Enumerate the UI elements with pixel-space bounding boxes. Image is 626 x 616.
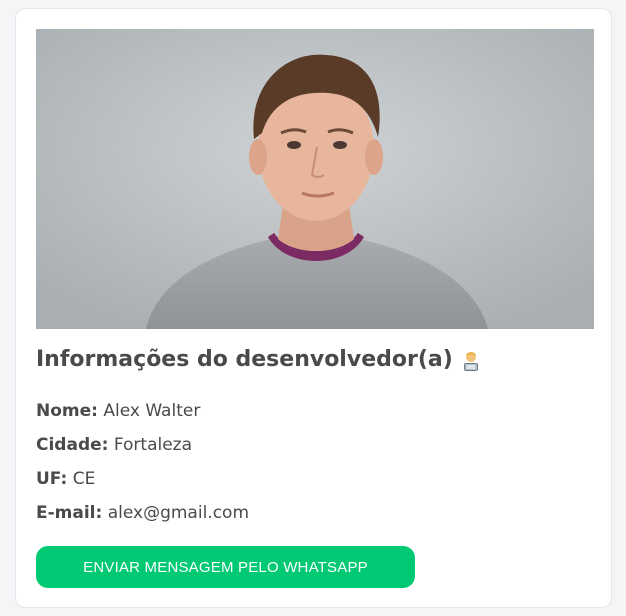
field-value[interactable]: alex@gmail.com: [108, 503, 249, 523]
technologist-icon: [463, 351, 478, 371]
section-title: Informações do desenvolvedor(a): [36, 347, 481, 372]
field-value: CE: [72, 469, 96, 489]
field-label: Cidade:: [36, 435, 109, 455]
field-cidade: Cidade: Fortaleza: [36, 435, 192, 455]
field-label: UF:: [36, 469, 68, 489]
send-whatsapp-button[interactable]: ENVIAR MENSAGEM PELO WHATSAPP: [36, 546, 415, 588]
section-title-text: Informações do desenvolvedor(a): [36, 347, 453, 372]
field-uf: UF: CE: [36, 469, 95, 489]
field-value: Fortaleza: [113, 435, 193, 455]
field-email: E-mail: alex@gmail.com: [36, 503, 249, 523]
field-label: Nome:: [36, 401, 98, 421]
field-nome: Nome: Alex Walter: [36, 401, 200, 421]
field-value: Alex Walter: [103, 401, 201, 421]
developer-photo: [36, 29, 594, 329]
developer-card: Informações do desenvolvedor(a) Nome: Al…: [15, 8, 612, 608]
field-label: E-mail:: [36, 503, 103, 523]
